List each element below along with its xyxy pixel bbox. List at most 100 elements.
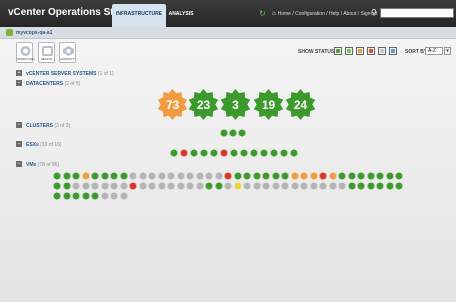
vm-badge-gray[interactable] <box>195 172 204 180</box>
tab-analysis[interactable]: ANALYSIS <box>167 4 195 27</box>
vm-badge-green[interactable] <box>72 172 80 180</box>
datacenter-badge[interactable]: 19 <box>253 89 284 120</box>
tab-infrastructure[interactable]: INFRASTRUCTURE <box>112 4 166 27</box>
vm-badge-gray[interactable] <box>81 182 90 190</box>
vm-badge-green[interactable] <box>252 172 261 180</box>
vm-badge-gray[interactable] <box>176 182 185 190</box>
cluster-badge-green[interactable] <box>229 129 237 137</box>
datacenter-badge[interactable]: 73 <box>157 89 188 120</box>
vm-badge-gray[interactable] <box>214 172 223 180</box>
status-filter-gray[interactable] <box>378 47 386 55</box>
vm-badge-green[interactable] <box>366 172 375 180</box>
vm-badge-green[interactable] <box>385 172 394 180</box>
vm-badge-gray[interactable] <box>338 182 346 190</box>
vm-badge-green[interactable] <box>72 192 80 200</box>
vm-badge-green[interactable] <box>376 172 384 180</box>
esx-badge-green[interactable] <box>260 149 268 157</box>
vm-badge-green[interactable] <box>53 192 61 200</box>
vm-badge-gray[interactable] <box>205 172 213 180</box>
vm-badge-gray[interactable] <box>271 182 280 190</box>
vm-badge-gray[interactable] <box>319 182 327 190</box>
search-input[interactable] <box>380 8 454 18</box>
section-toggle[interactable]: − <box>16 161 22 167</box>
section-label[interactable]: ESXs <box>26 142 39 148</box>
vm-badge-gray[interactable] <box>129 172 137 180</box>
section-esxs[interactable]: ESXs (13 of 16) <box>26 142 62 148</box>
cluster-badge-green[interactable] <box>220 129 228 137</box>
capacity-view-button[interactable]: CAPACITY <box>59 42 76 63</box>
header-links-text[interactable]: Home / Configuration / Help / About / Si… <box>278 11 378 17</box>
section-clusters[interactable]: CLUSTERS (3 of 3) <box>26 123 70 129</box>
section-toggle[interactable]: + <box>16 70 22 76</box>
esx-badge-green[interactable] <box>210 149 218 157</box>
vm-badge-gray[interactable] <box>186 172 194 180</box>
vm-badge-gray[interactable] <box>119 182 128 190</box>
vm-badge-green[interactable] <box>395 172 403 180</box>
datacenter-badge[interactable]: 3 <box>220 89 251 120</box>
vm-badge-gray[interactable] <box>157 182 166 190</box>
esx-badge-green[interactable] <box>290 149 298 157</box>
vm-badge-gray[interactable] <box>290 182 299 190</box>
vm-badge-gray[interactable] <box>176 172 185 180</box>
vm-badge-green[interactable] <box>262 172 270 180</box>
section-toggle[interactable]: − <box>16 122 22 128</box>
vm-badge-orange[interactable] <box>300 172 308 180</box>
esx-badge-red[interactable] <box>180 149 188 157</box>
vm-badge-gray[interactable] <box>262 182 270 190</box>
home-icon[interactable]: ⌂ <box>272 11 276 17</box>
vm-badge-gray[interactable] <box>167 182 175 190</box>
vm-badge-green[interactable] <box>53 172 61 180</box>
section-vms[interactable]: VMs (78 of 86) <box>26 162 59 168</box>
search-icon[interactable]: ⚲ <box>371 8 377 17</box>
esx-badge-green[interactable] <box>230 149 238 157</box>
section-label[interactable]: CLUSTERS <box>26 123 53 129</box>
vm-badge-gray[interactable] <box>110 182 118 190</box>
vm-badge-gray[interactable] <box>281 182 289 190</box>
vm-badge-gray[interactable] <box>138 172 147 180</box>
vm-badge-gray[interactable] <box>309 182 318 190</box>
vm-badge-green[interactable] <box>338 172 346 180</box>
vm-badge-green[interactable] <box>376 182 384 190</box>
health-view-button[interactable]: HEALTH <box>38 42 55 63</box>
vm-badge-gray[interactable] <box>328 182 337 190</box>
workload-view-button[interactable]: WORKLOAD <box>16 42 35 63</box>
vm-badge-green[interactable] <box>357 182 365 190</box>
section-label[interactable]: DATACENTERS <box>26 81 63 87</box>
vm-badge-green[interactable] <box>100 172 109 180</box>
vm-badge-orange[interactable] <box>309 172 318 180</box>
refresh-icon[interactable]: ↻ <box>259 9 266 18</box>
cluster-badge-green[interactable] <box>238 129 246 137</box>
section-vcenter-servers[interactable]: vCENTER SERVER SYSTEMS (1 of 1) <box>26 71 114 77</box>
vm-badge-gray[interactable] <box>91 182 99 190</box>
vm-badge-green[interactable] <box>62 192 71 200</box>
status-filter-lightgreen[interactable] <box>345 47 353 55</box>
vm-badge-green[interactable] <box>385 182 394 190</box>
vm-badge-green[interactable] <box>119 172 128 180</box>
vm-badge-gray[interactable] <box>148 182 156 190</box>
vm-badge-green[interactable] <box>347 182 356 190</box>
vm-badge-gray[interactable] <box>252 182 261 190</box>
vm-badge-green[interactable] <box>110 172 118 180</box>
datacenter-badge[interactable]: 24 <box>285 89 316 120</box>
esx-badge-red[interactable] <box>220 149 228 157</box>
vm-badge-green[interactable] <box>214 182 223 190</box>
vm-badge-green[interactable] <box>62 182 71 190</box>
vm-badge-green[interactable] <box>281 172 289 180</box>
vm-badge-green[interactable] <box>271 172 280 180</box>
vm-badge-red[interactable] <box>319 172 327 180</box>
chevron-down-icon[interactable]: ▾ <box>444 47 451 55</box>
esx-badge-green[interactable] <box>170 149 178 157</box>
vm-badge-gray[interactable] <box>186 182 194 190</box>
vm-badge-green[interactable] <box>357 172 365 180</box>
esx-badge-green[interactable] <box>270 149 278 157</box>
vm-badge-green[interactable] <box>62 172 71 180</box>
section-label[interactable]: vCENTER SERVER SYSTEMS <box>26 71 96 77</box>
vm-badge-gray[interactable] <box>167 172 175 180</box>
vm-badge-gray[interactable] <box>72 182 80 190</box>
esx-badge-green[interactable] <box>200 149 208 157</box>
vm-badge-gray[interactable] <box>148 172 156 180</box>
vm-badge-orange[interactable] <box>290 172 299 180</box>
vm-badge-gray[interactable] <box>100 192 109 200</box>
vm-badge-gray[interactable] <box>157 172 166 180</box>
vm-badge-red[interactable] <box>224 172 232 180</box>
